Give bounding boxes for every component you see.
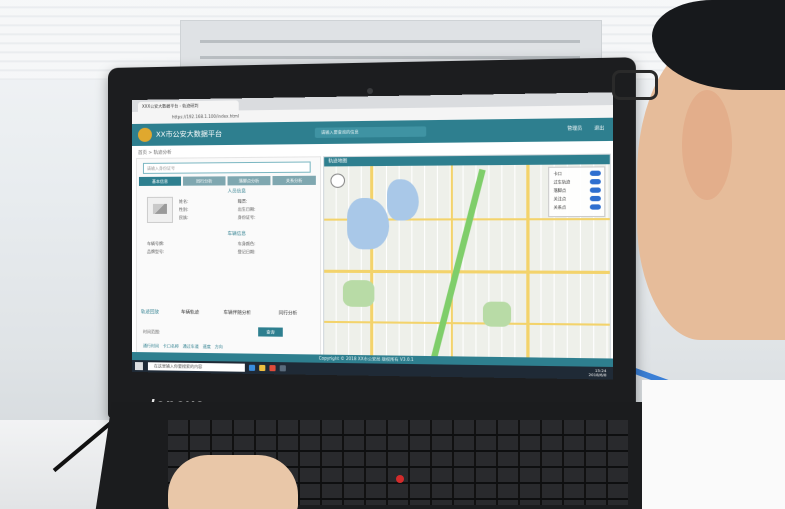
user-link[interactable]: 管理员 <box>567 125 582 132</box>
field-label: 性别: <box>178 206 189 212</box>
column-header: 方向 <box>214 344 223 350</box>
field-label: 品牌型号: <box>146 249 165 255</box>
person-ear <box>682 90 732 200</box>
tab-companion[interactable]: 同行分析 <box>183 176 226 186</box>
id-number-input[interactable]: 请输入身份证号 <box>142 161 311 174</box>
tab-track-replay[interactable]: 轨迹回放 <box>141 309 159 315</box>
police-badge-icon <box>137 127 152 142</box>
column-header: 通过车道 <box>182 343 199 349</box>
field-label: 登记日期: <box>237 249 256 255</box>
tab-relations[interactable]: 关系分析 <box>272 175 316 186</box>
legend-item: 关系点 <box>553 204 567 210</box>
column-header: 速度 <box>202 343 211 350</box>
map-header: 轨迹地图 <box>324 154 611 167</box>
legend-item: 落脚点 <box>553 187 567 193</box>
field-label: 民族: <box>178 214 189 220</box>
toggle-switch[interactable] <box>589 204 601 210</box>
shelf-line <box>200 40 580 43</box>
tab-companion-analysis[interactable]: 同行分析 <box>279 310 298 316</box>
image-placeholder-icon <box>152 203 167 214</box>
field-label: 籍贯: <box>237 198 248 204</box>
person-section-title: 人员信息 <box>227 189 246 195</box>
toggle-switch[interactable] <box>589 179 601 185</box>
tab-basic-info[interactable]: 基本信息 <box>138 176 182 186</box>
tab-vehicle-follow[interactable]: 车辆伴随分析 <box>223 310 251 316</box>
map-park <box>342 280 375 307</box>
toggle-switch[interactable] <box>589 170 601 176</box>
column-header: 通行时间 <box>142 343 159 349</box>
map-view[interactable]: 轨迹地图 卡口 过车轨迹 落脚点 关注点 关系点 轨迹回放 2018-0 <box>323 153 611 378</box>
legend-item: 关注点 <box>553 196 567 202</box>
taskbar-clock[interactable]: 15:24 2018/6/8 <box>589 369 607 378</box>
toggle-switch[interactable] <box>589 187 601 193</box>
time-range-label: 时间范围: <box>142 329 161 335</box>
map-lake <box>387 179 419 221</box>
glasses-icon <box>612 70 658 100</box>
folder-icon[interactable] <box>259 364 266 372</box>
webcam-icon <box>367 88 373 94</box>
field-label: 车辆号牌: <box>146 241 165 247</box>
column-header: 卡口名称 <box>162 343 179 349</box>
map-pan-control-icon[interactable] <box>330 173 346 188</box>
field-label: 姓名: <box>178 198 189 204</box>
taskbar-search[interactable]: 在这里输入你要搜索的内容 <box>147 362 245 372</box>
avatar <box>146 196 173 223</box>
map-legend: 卡口 过车轨迹 落脚点 关注点 关系点 <box>548 166 606 218</box>
tab-vehicle-track[interactable]: 车辆轨迹 <box>181 309 199 315</box>
search-input[interactable]: 请输入要查询的信息 <box>314 126 427 138</box>
map-park <box>482 301 512 327</box>
field-label: 出生日期: <box>237 206 256 212</box>
trackpoint-icon[interactable] <box>396 475 404 483</box>
legend-item: 卡口 <box>553 170 562 177</box>
office-photo: XXX公安大数据平台 - 轨迹研判 https://192.168.1.100/… <box>0 0 785 509</box>
person <box>612 0 785 509</box>
field-label: 车身颜色: <box>237 241 256 247</box>
clock-date: 2018/6/8 <box>588 372 607 378</box>
vehicle-section-title: 车辆信息 <box>227 231 246 238</box>
breadcrumb: 首页 > 轨迹分析 <box>137 150 172 156</box>
windows-start-icon[interactable] <box>134 362 143 371</box>
map-lake <box>347 197 390 250</box>
toggle-switch[interactable] <box>589 195 601 202</box>
person-shirt <box>642 380 785 509</box>
query-button[interactable]: 查询 <box>258 327 283 337</box>
track-tabs: 轨迹回放 车辆轨迹 车辆伴随分析 同行分析 <box>141 309 316 321</box>
app-title: XX市公安大数据平台 <box>155 129 223 139</box>
result-header: 通行时间 卡口名称 通过车道 速度 方向 <box>143 343 314 351</box>
logout-link[interactable]: 退出 <box>594 125 604 131</box>
field-label: 身份证号: <box>237 214 256 220</box>
user-hand <box>168 455 298 509</box>
laptop-screen: XXX公安大数据平台 - 轨迹研判 https://192.168.1.100/… <box>132 92 614 380</box>
edge-icon[interactable] <box>248 364 256 371</box>
panel-tabs: 基本信息 同行分析 落脚点分析 关系分析 <box>138 175 318 186</box>
chrome-icon[interactable] <box>269 365 276 372</box>
app-icon[interactable] <box>279 365 286 372</box>
tab-foothold[interactable]: 落脚点分析 <box>227 176 271 186</box>
left-panel: 请输入身份证号 基本信息 同行分析 落脚点分析 关系分析 人员信息 姓名: 性别… <box>135 156 322 373</box>
legend-item: 过车轨迹 <box>553 179 571 185</box>
map-highway <box>422 168 486 378</box>
